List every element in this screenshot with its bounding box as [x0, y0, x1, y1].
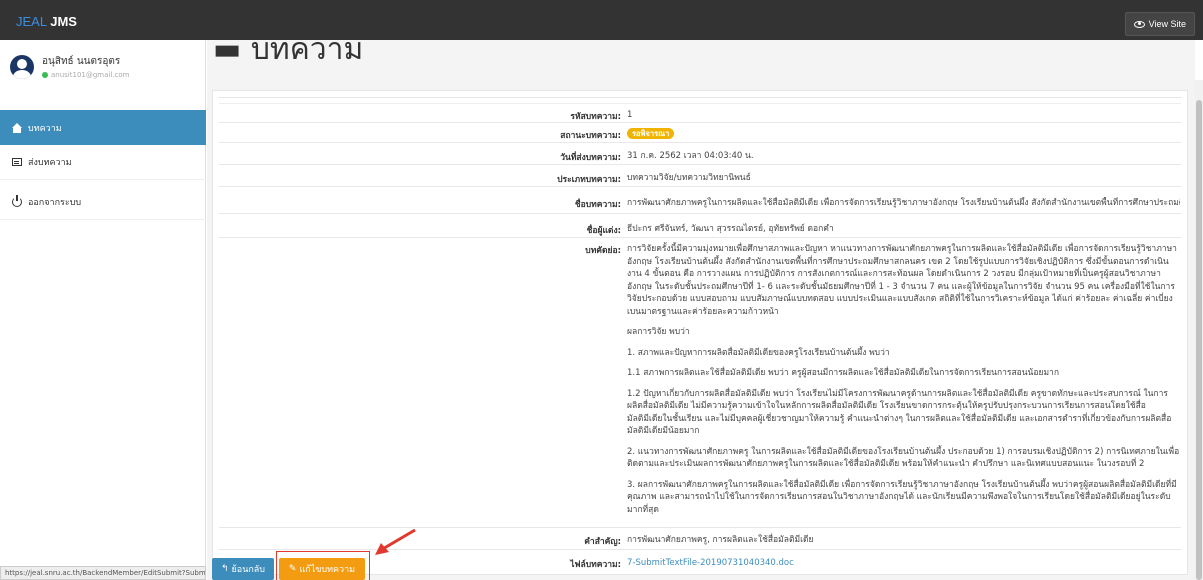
abstract-paragraph: 1. สภาพและปัญหาการผลิตสื่อมัลติมีเดียของ… — [627, 347, 890, 358]
view-site-label: View Site — [1148, 19, 1186, 29]
abstract-label: บทคัดย่อ: — [585, 246, 621, 256]
article-heading-icon: ▬ — [213, 32, 251, 67]
scrollbar-cap — [1195, 40, 1203, 80]
back-button[interactable]: ↰ ย้อนกลับ — [212, 558, 274, 580]
abstract-paragraph: 2. แนวทางการพัฒนาศักยภาพครู ในการผลิตและ… — [627, 446, 1180, 470]
user-email-row: anusit101@gmail.com — [42, 71, 129, 79]
article-file-link[interactable]: 7-SubmitTextFile-20190731040340.doc — [627, 557, 1180, 570]
article-id-label: รหัสบทความ: — [570, 112, 621, 122]
divider — [219, 142, 1181, 143]
article-title-value: การพัฒนาศักยภาพครูในการผลิตและใช้สื่อมัล… — [627, 198, 1180, 208]
abstract-paragraph: การวิจัยครั้งนี้มีความมุ่งหมายเพื่อศึกษา… — [627, 244, 1177, 317]
page-title: ▬ บทความ — [213, 26, 363, 73]
browser-status-url: https://jeal.snru.ac.th/BackendMember/Ed… — [0, 566, 206, 580]
divider — [219, 164, 1181, 165]
sidebar-item-articles[interactable]: บทความ — [0, 110, 206, 145]
sidebar-item-label: ส่งบทความ — [28, 158, 72, 168]
edit-article-button[interactable]: ✎ แก้ไขบทความ — [279, 558, 365, 580]
divider — [219, 213, 1181, 214]
authors-label: ชื่อผู้แต่ง: — [586, 226, 621, 236]
power-icon — [12, 195, 22, 207]
article-type-value: บทความวิจัย/บทความวิทยานิพนธ์ — [627, 173, 751, 183]
article-detail-box: รหัสบทความ: 1 สถานะบทความ: รอพิจารณา วัน… — [212, 90, 1188, 575]
sidebar-item-logout[interactable]: ออกจากระบบ — [0, 185, 206, 220]
submit-date-value: 31 ก.ค. 2562 เวลา 04:03:40 น. — [627, 151, 754, 161]
divider — [219, 237, 1181, 238]
keywords-label: คำสำคัญ: — [584, 537, 621, 547]
view-site-button[interactable]: View Site — [1124, 12, 1195, 36]
avatar — [10, 54, 34, 79]
article-id-value: 1 — [627, 110, 633, 120]
keywords-value: การพัฒนาศักยภาพครู, การผลิตและใช้สื่อมัล… — [627, 535, 814, 545]
page-title-text: บทความ — [250, 32, 364, 67]
abstract-value: การวิจัยครั้งนี้มีความมุ่งหมายเพื่อศึกษา… — [627, 243, 1180, 522]
sidebar-item-submit-article[interactable]: ส่งบทความ — [0, 145, 206, 180]
scrollbar-thumb[interactable] — [1196, 100, 1202, 580]
user-email: anusit101@gmail.com — [51, 71, 130, 79]
main-content: ▬ บทความ รหัสบทความ: 1 สถานะบทความ: รอพิ… — [207, 32, 1195, 580]
sidebar-nav: บทความ ส่งบทความ ออกจากระบบ — [0, 110, 206, 220]
abstract-paragraph: 3. ผลการพัฒนาศักยภาพครูในการผลิตและใช้สื… — [627, 479, 1177, 515]
article-status-label: สถานะบทความ: — [560, 131, 621, 141]
file-label: ไฟล์บทความ: — [570, 560, 621, 570]
sidebar-item-label: บทความ — [28, 123, 62, 134]
brand-name: JMS — [50, 14, 77, 29]
status-badge: รอพิจารณา — [627, 128, 675, 139]
divider — [219, 122, 1181, 123]
home-icon — [12, 122, 22, 133]
article-type-label: ประเภทบทความ: — [557, 175, 621, 185]
back-arrow-icon: ↰ — [220, 564, 229, 574]
article-title-label: ชื่อบทความ: — [574, 200, 621, 210]
brand-prefix: JEAL — [16, 14, 47, 29]
authors-value: ธีปะกร ศรีจันทร์, วัฒนา สุวรรณไตรย์, อุท… — [627, 224, 834, 234]
eye-icon — [1133, 20, 1145, 28]
user-name: อนุสิทธ์ นนตรอุตร — [42, 56, 121, 67]
annotation-arrow-icon — [375, 528, 416, 555]
sidebar-item-label: ออกจากระบบ — [28, 198, 82, 208]
abstract-paragraph: 1.2 ปัญหาเกี่ยวกับการผลิตสื่อมัลติมีเดีย… — [627, 388, 1172, 437]
edit-button-label: แก้ไขบทความ — [299, 565, 356, 575]
list-icon — [12, 158, 22, 166]
brand-logo[interactable]: JEAL JMS — [16, 14, 77, 29]
scrollbar[interactable] — [1195, 40, 1203, 580]
back-button-label: ย้อนกลับ — [231, 565, 266, 575]
box-top-border — [219, 97, 1181, 104]
divider — [219, 186, 1181, 187]
divider — [219, 527, 1181, 528]
article-status-value: รอพิจารณา — [627, 128, 1180, 141]
abstract-paragraph: ผลการวิจัย พบว่า — [627, 327, 690, 337]
divider — [219, 549, 1181, 550]
user-panel: อนุสิทธ์ นนตรอุตร anusit101@gmail.com — [10, 54, 129, 79]
online-status-icon — [42, 72, 48, 78]
edit-icon: ✎ — [288, 564, 297, 574]
abstract-paragraph: 1.1 สภาพการผลิตและใช้สื่อมัลติมีเดีย พบว… — [627, 368, 1059, 378]
submit-date-label: วันที่ส่งบทความ: — [560, 153, 621, 163]
sidebar: อนุสิทธ์ นนตรอุตร anusit101@gmail.com บท… — [0, 40, 206, 580]
top-navbar: JEAL JMS View Site — [0, 0, 1203, 40]
